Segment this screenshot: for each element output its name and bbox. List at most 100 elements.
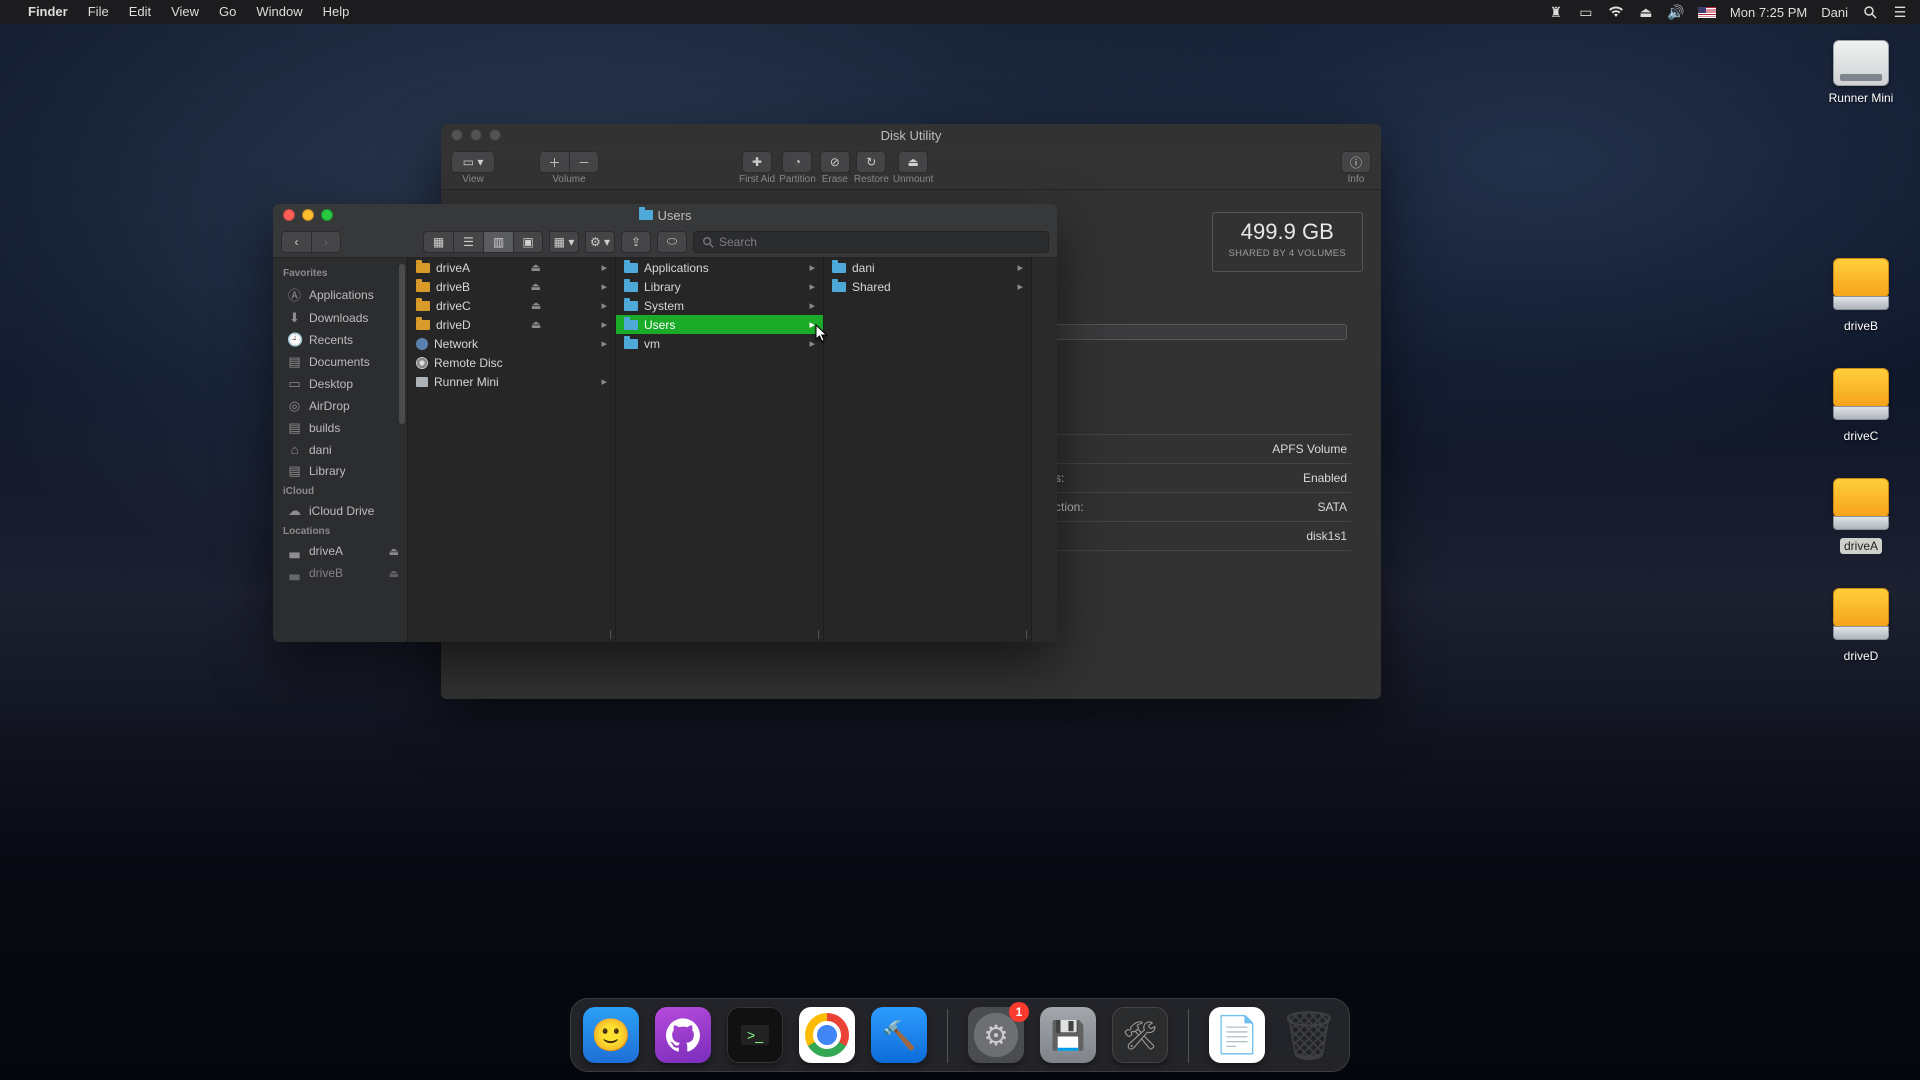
sidebar-icloud-drive[interactable]: ☁iCloud Drive (273, 500, 407, 522)
dock-document[interactable]: 📄 (1209, 1007, 1265, 1063)
du-remove-volume-button[interactable]: － (569, 151, 599, 173)
du-unmount-button[interactable]: ⏏ (898, 151, 928, 173)
sidebar-location-driveb[interactable]: ▃driveB⏏ (273, 562, 407, 584)
dock-xcode[interactable]: 🔨 (871, 1007, 927, 1063)
gallery-view-button[interactable]: ▣ (513, 231, 543, 253)
finder-column-2: Applications▸Library▸System▸Users▸vm▸|| (616, 258, 824, 642)
list-view-button[interactable]: ☰ (453, 231, 483, 253)
fortress-status-icon[interactable]: ♜ (1548, 4, 1564, 20)
clock[interactable]: Mon 7:25 PM (1730, 5, 1807, 20)
sidebar-scrollbar[interactable] (399, 264, 405, 424)
dock-terminal[interactable]: >_ (727, 1007, 783, 1063)
sidebar-item-downloads[interactable]: ⬇Downloads (273, 307, 407, 329)
du-info-button[interactable]: ⓘ (1341, 151, 1371, 173)
sidebar-location-drivea[interactable]: ▃driveA⏏ (273, 540, 407, 562)
folder-icon (624, 339, 638, 349)
menu-file[interactable]: File (78, 0, 119, 24)
eject-icon[interactable]: ⏏ (531, 318, 541, 331)
eject-icon[interactable]: ⏏ (1638, 4, 1654, 20)
sidebar-item-airdrop[interactable]: ◎AirDrop (273, 395, 407, 417)
eject-icon[interactable]: ⏏ (531, 280, 541, 293)
wifi-icon[interactable] (1608, 4, 1624, 20)
dock-chrome[interactable] (799, 1007, 855, 1063)
disk-utility-titlebar[interactable]: Disk Utility (441, 124, 1381, 146)
desktop-drive-drived[interactable]: driveD (1818, 588, 1904, 664)
menu-go[interactable]: Go (209, 0, 246, 24)
dock-trash[interactable]: 🗑 (1281, 1007, 1337, 1063)
column-item[interactable]: driveA⏏▸ (408, 258, 615, 277)
notification-center-icon[interactable]: ☰ (1892, 4, 1908, 20)
sidebar-item-library[interactable]: ▤Library (273, 460, 407, 482)
column-item[interactable]: vm▸ (616, 334, 823, 353)
sidebar-item-desktop[interactable]: ▭Desktop (273, 373, 407, 395)
dock-system-preferences[interactable]: ⚙1 (968, 1007, 1024, 1063)
column-item[interactable]: System▸ (616, 296, 823, 315)
search-field[interactable]: Search (693, 231, 1049, 253)
close-button[interactable] (283, 209, 295, 221)
share-button[interactable]: ⇪ (621, 231, 651, 253)
column-item[interactable]: Shared▸ (824, 277, 1031, 296)
volume-icon[interactable]: 🔊 (1668, 4, 1684, 20)
detail-row: :disk1s1 (1051, 521, 1351, 551)
zoom-button[interactable] (321, 209, 333, 221)
sidebar-item-recents[interactable]: 🕘Recents (273, 329, 407, 351)
zoom-button[interactable] (489, 129, 501, 141)
drive-folder-icon (416, 263, 430, 273)
icon-view-button[interactable]: ▦ (423, 231, 453, 253)
drive-folder-icon (416, 320, 430, 330)
action-button[interactable]: ⚙ ▾ (585, 231, 615, 253)
app-menu[interactable]: Finder (18, 0, 78, 24)
menu-view[interactable]: View (161, 0, 209, 24)
tags-button[interactable]: ⬭ (657, 231, 687, 253)
desktop-drive-drivea[interactable]: driveA (1818, 478, 1904, 554)
du-view-button[interactable]: ▭ ▾ (451, 151, 495, 173)
column-item[interactable]: dani▸ (824, 258, 1031, 277)
dock-github-desktop[interactable] (655, 1007, 711, 1063)
column-item[interactable]: driveC⏏▸ (408, 296, 615, 315)
column-item[interactable]: Runner Mini▸ (408, 372, 615, 391)
back-button[interactable]: ‹ (281, 231, 311, 253)
dock-app[interactable]: 🛠 (1112, 1007, 1168, 1063)
forward-button[interactable]: › (311, 231, 341, 253)
folder-icon (832, 282, 846, 292)
menu-help[interactable]: Help (313, 0, 360, 24)
column-view-button[interactable]: ▥ (483, 231, 513, 253)
eject-icon[interactable]: ⏏ (389, 545, 399, 558)
sidebar-item-builds[interactable]: ▤builds (273, 417, 407, 439)
user-menu[interactable]: Dani (1821, 5, 1848, 20)
column-item[interactable]: driveB⏏▸ (408, 277, 615, 296)
desktop-drive-drivec[interactable]: driveC (1818, 368, 1904, 444)
dock-finder[interactable]: 🙂 (583, 1007, 639, 1063)
desktop-drive-driveb[interactable]: driveB (1818, 258, 1904, 334)
menu-edit[interactable]: Edit (119, 0, 161, 24)
du-partition-button[interactable]: ◔ (782, 151, 812, 173)
column-item[interactable]: Network▸ (408, 334, 615, 353)
minimize-button[interactable] (470, 129, 482, 141)
spotlight-icon[interactable] (1862, 4, 1878, 20)
column-item[interactable]: Users▸ (616, 315, 823, 334)
du-firstaid-button[interactable]: ✚ (742, 151, 772, 173)
folder-icon (624, 282, 638, 292)
du-add-volume-button[interactable]: ＋ (539, 151, 569, 173)
minimize-button[interactable] (302, 209, 314, 221)
eject-icon[interactable]: ⏏ (531, 261, 541, 274)
folder-icon (624, 263, 638, 273)
column-item[interactable]: driveD⏏▸ (408, 315, 615, 334)
eject-icon[interactable]: ⏏ (389, 567, 399, 580)
column-item[interactable]: Remote Disc (408, 353, 615, 372)
sidebar-item-documents[interactable]: ▤Documents (273, 351, 407, 373)
group-button[interactable]: ▦ ▾ (549, 231, 579, 253)
dock-disk-utility[interactable]: 💾 (1040, 1007, 1096, 1063)
input-source-icon[interactable] (1698, 7, 1716, 18)
sidebar-item-dani[interactable]: ⌂dani (273, 439, 407, 460)
airplay-icon[interactable]: ▭ (1578, 4, 1594, 20)
desktop-drive-runner-mini[interactable]: Runner Mini (1818, 40, 1904, 106)
du-erase-button[interactable]: ⊘ (820, 151, 850, 173)
close-button[interactable] (451, 129, 463, 141)
sidebar-item-applications[interactable]: ⒶApplications (273, 282, 407, 307)
column-item[interactable]: Library▸ (616, 277, 823, 296)
eject-icon[interactable]: ⏏ (531, 299, 541, 312)
column-item[interactable]: Applications▸ (616, 258, 823, 277)
menu-window[interactable]: Window (246, 0, 312, 24)
du-restore-button[interactable]: ↻ (856, 151, 886, 173)
